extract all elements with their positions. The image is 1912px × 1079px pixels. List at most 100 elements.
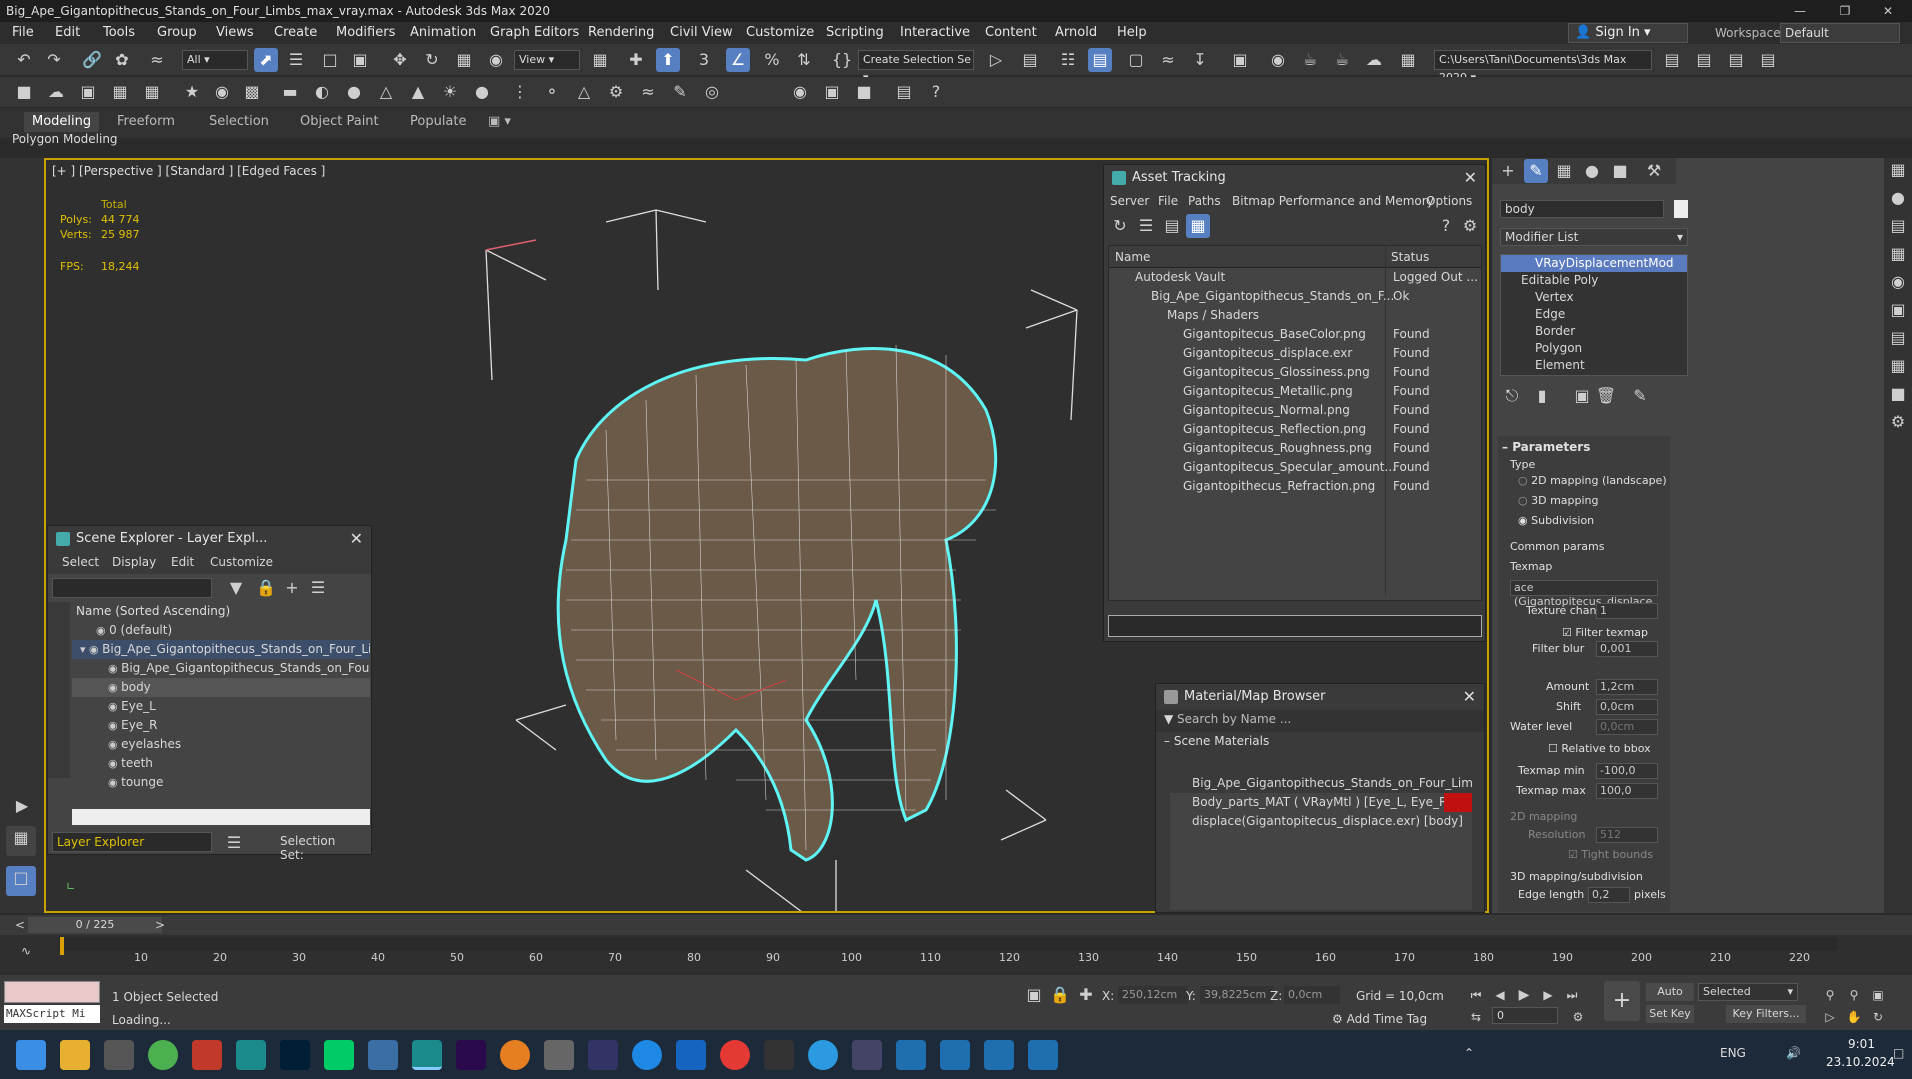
grid2-icon[interactable]: ▦ xyxy=(140,80,164,104)
menu-scripting[interactable]: Scripting xyxy=(826,22,884,44)
pivot-icon[interactable]: ▦ xyxy=(588,48,612,72)
menu-graph-editors[interactable]: Graph Editors xyxy=(490,22,579,44)
box-icon[interactable]: ■ xyxy=(12,80,36,104)
snaps-toggle-icon[interactable]: 3 xyxy=(692,48,716,72)
table-row[interactable]: Gigantopitecus_Normal.png Found xyxy=(1109,401,1481,420)
auto-key-button[interactable]: Auto Key xyxy=(1646,983,1694,1016)
maximize-icon[interactable]: ❐ xyxy=(1825,0,1865,22)
chrome-icon[interactable] xyxy=(148,1040,178,1070)
render-setup-icon[interactable]: ▣ xyxy=(1228,48,1252,72)
tight-bounds-checkbox[interactable]: ☑ Tight bounds xyxy=(1568,848,1653,861)
eye-icon[interactable]: ◉ xyxy=(108,776,121,789)
table-row[interactable]: Gigantopitecus_Metallic.png Found xyxy=(1109,382,1481,401)
percent-snap-icon[interactable]: % xyxy=(760,48,784,72)
tab-object-paint[interactable]: Object Paint xyxy=(300,112,379,132)
z-coord-field[interactable]: 0,0cm xyxy=(1284,986,1340,1004)
menu-tools[interactable]: Tools xyxy=(103,22,135,44)
asset-path-field[interactable] xyxy=(1108,615,1482,637)
reference-coord-select[interactable]: View ▾ xyxy=(514,50,580,70)
display-tab-icon[interactable]: ■ xyxy=(1608,159,1632,183)
keyboard-shortcut-icon[interactable]: ⬆ xyxy=(656,48,680,72)
pin-stack-icon[interactable]: ⎋ xyxy=(1500,384,1524,408)
schematic-view-icon[interactable]: ≈ xyxy=(1156,48,1180,72)
edit-named-selection-icon[interactable]: {} xyxy=(830,48,854,72)
layer-explorer-select[interactable]: Layer Explorer xyxy=(52,832,212,852)
particles-icon[interactable]: ⋮ xyxy=(508,80,532,104)
edge-length-spinner[interactable]: 0,2 xyxy=(1588,887,1630,903)
se-search-input[interactable] xyxy=(52,578,212,598)
eye-icon[interactable]: ◉ xyxy=(108,662,121,675)
select-by-name-icon[interactable]: ☰ xyxy=(284,48,308,72)
time-slider-thumb[interactable]: 0 / 225 xyxy=(28,917,162,933)
menu-rendering[interactable]: Rendering xyxy=(588,22,654,44)
tab-freeform[interactable]: Freeform xyxy=(117,112,175,132)
zoom-all-icon[interactable]: ⚲ xyxy=(1842,983,1866,1007)
cloud-icon[interactable]: ☁ xyxy=(44,80,68,104)
curve-editor-mini-icon[interactable]: ∿ xyxy=(14,939,38,963)
photoshop-icon[interactable] xyxy=(280,1040,310,1070)
curve-editor-icon[interactable]: ▢ xyxy=(1124,48,1148,72)
list-item[interactable]: Body_parts_MAT ( VRayMtl ) [Eye_L, Eye_R… xyxy=(1170,793,1472,812)
stack-icon[interactable]: ▤ xyxy=(1886,214,1910,238)
vfb-icon[interactable]: ■ xyxy=(852,80,876,104)
task-view-icon[interactable] xyxy=(104,1040,134,1070)
col-name[interactable]: Name xyxy=(1115,248,1150,267)
key-mode-icon[interactable]: ⇆ xyxy=(1464,1005,1488,1029)
hierarchy-tab-icon[interactable]: ▦ xyxy=(1552,159,1576,183)
explorer-icon[interactable] xyxy=(60,1040,90,1070)
table-row[interactable]: Gigantopitecus_Glossiness.png Found xyxy=(1109,363,1481,382)
table-row[interactable]: Autodesk Vault Logged Out ... xyxy=(1109,268,1481,287)
material-search-input[interactable]: ▼ Search by Name ... xyxy=(1156,710,1484,732)
play-icon[interactable]: ▶ xyxy=(1512,983,1536,1007)
redo-icon[interactable]: ↷ xyxy=(42,48,66,72)
layer-explorer-icon[interactable]: ☷ xyxy=(1056,48,1080,72)
list-item[interactable]: ◉ 0 (default) xyxy=(72,621,370,640)
se-scrollbar[interactable] xyxy=(72,809,370,825)
align-icon[interactable]: ▤ xyxy=(1018,48,1042,72)
scene-materials-section[interactable]: – Scene Materials xyxy=(1156,732,1484,751)
water-level-spinner[interactable]: 0,0cm xyxy=(1596,719,1658,735)
stack-item[interactable]: Edge xyxy=(1501,306,1687,323)
absolute-mode-icon[interactable]: ✚ xyxy=(1074,983,1098,1007)
box-icon[interactable]: ■ xyxy=(1886,382,1910,406)
material-editor-icon[interactable]: ↧ xyxy=(1188,48,1212,72)
terminal-icon[interactable] xyxy=(764,1040,794,1070)
radio-subdivision[interactable]: ◉ Subdivision xyxy=(1518,514,1594,527)
add-layer-icon[interactable]: + xyxy=(280,576,304,600)
plane-icon[interactable]: ▬ xyxy=(278,80,302,104)
volume-icon[interactable]: 🔊 xyxy=(1786,1046,1801,1060)
sphere-icon[interactable]: ● xyxy=(342,80,366,104)
stack-item[interactable]: Vertex xyxy=(1501,289,1687,306)
checker-icon[interactable]: ▦ xyxy=(1886,158,1910,182)
list-item[interactable]: ◉ Big_Ape_Gigantopithecus_Stands_on_Four… xyxy=(72,659,370,678)
rotate-icon[interactable]: ↻ xyxy=(420,48,444,72)
at-menu-options[interactable]: Options xyxy=(1426,194,1472,208)
menu-edit[interactable]: Edit xyxy=(55,22,80,44)
trackbar-ruler[interactable] xyxy=(58,937,1838,951)
shell-icon[interactable]: ◎ xyxy=(700,80,724,104)
sun-icon[interactable]: ☀ xyxy=(438,80,462,104)
modifier-list-select[interactable]: Modifier List ▾ xyxy=(1500,228,1688,246)
set-key-button[interactable]: Set Key xyxy=(1646,1005,1694,1023)
settings-icon[interactable]: ⚙ xyxy=(1458,214,1482,238)
table-row[interactable]: Gigantopitecus_Reflection.png Found xyxy=(1109,420,1481,439)
layers-toggle-icon[interactable]: ☰ xyxy=(222,831,246,855)
relative-bbox-checkbox[interactable]: ☐ Relative to bbox xyxy=(1548,742,1651,755)
3dsmax-active-icon[interactable] xyxy=(412,1040,442,1070)
dumbbell-icon[interactable]: ⚬ xyxy=(540,80,564,104)
save-icon[interactable] xyxy=(588,1040,618,1070)
app-icon[interactable] xyxy=(324,1040,354,1070)
gear-icon[interactable]: ⚙ xyxy=(604,80,628,104)
render-iterative-icon[interactable]: ☕ xyxy=(1330,48,1354,72)
cone-icon[interactable]: ▲ xyxy=(406,80,430,104)
clapper-icon[interactable]: ▩ xyxy=(240,80,264,104)
grammarly-icon[interactable] xyxy=(500,1040,530,1070)
list-item[interactable]: displace(Gigantopitecus_displace.exr) [b… xyxy=(1170,812,1472,831)
filter-texmap-checkbox[interactable]: ☑ Filter texmap xyxy=(1562,626,1648,639)
menu-arnold[interactable]: Arnold xyxy=(1055,22,1097,44)
edge-icon[interactable] xyxy=(632,1040,662,1070)
modify-tab-icon[interactable]: ✎ xyxy=(1524,159,1548,183)
layers-icon[interactable]: ▤ xyxy=(892,80,916,104)
after-effects-icon[interactable] xyxy=(456,1040,486,1070)
undo-icon[interactable]: ↶ xyxy=(12,48,36,72)
